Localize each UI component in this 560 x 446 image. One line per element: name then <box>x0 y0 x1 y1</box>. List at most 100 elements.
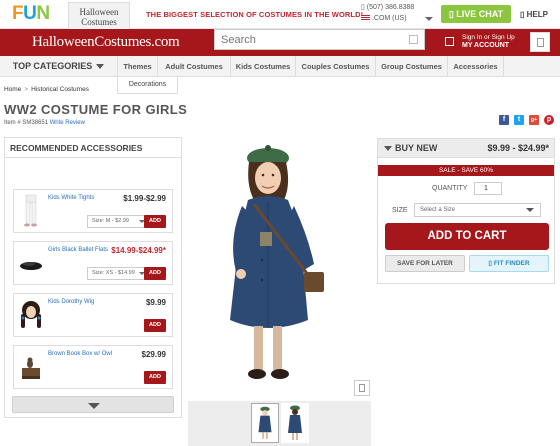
zoom-button[interactable] <box>354 380 370 396</box>
accessory-card: Kids White Tights $1.99-$2.99 Size: M - … <box>13 189 173 233</box>
size-label: SIZE <box>392 207 408 214</box>
fun-logo-letter: U <box>23 3 37 24</box>
accessory-name[interactable]: Kids Dorothy Wig <box>48 298 114 306</box>
recommended-accessories-panel: RECOMMENDED ACCESSORIES Kids White Tight… <box>4 137 182 418</box>
tights-thumbnail[interactable] <box>17 194 45 228</box>
buy-new-header[interactable]: BUY NEW $9.99 - $24.99* <box>378 139 554 158</box>
top-bar: FUN Halloween Costumes THE BIGGEST SELEC… <box>0 0 560 29</box>
locale-label: .COM (US) <box>371 15 407 22</box>
help-icon: ▯ <box>520 10 527 19</box>
pinterest-icon[interactable]: p <box>544 115 554 125</box>
my-account-text: MY ACCOUNT <box>462 42 510 49</box>
fun-logo[interactable]: FUN <box>12 3 58 26</box>
size-select-placeholder: Select a Size <box>420 207 456 213</box>
zoom-icon <box>359 384 365 392</box>
top-categories-menu[interactable]: TOP CATEGORIES <box>0 56 118 77</box>
help-label: HELP <box>526 10 548 19</box>
halloween-costumes-tab[interactable]: Halloween Costumes <box>68 2 130 29</box>
accessory-card: Kids Dorothy Wig $9.99 ADD <box>13 293 173 337</box>
product-title: WW2 COSTUME FOR GIRLS <box>4 102 188 117</box>
hc-tab-line: Halloween <box>79 7 119 17</box>
help-link[interactable]: ▯ HELP <box>520 10 548 19</box>
google-plus-icon[interactable]: g+ <box>529 115 539 125</box>
price-range: $9.99 - $24.99* <box>487 143 549 153</box>
accessory-size-select[interactable]: Size: M - $2.99 <box>87 215 149 228</box>
main-header: HalloweenCostumes.com Sign In or Sign Up… <box>0 29 560 56</box>
phone-number[interactable]: ▯ (507) 386.8388 <box>361 3 414 11</box>
fit-finder-button[interactable]: ▯ FIT FINDER <box>469 255 549 272</box>
nav-item-adult-costumes[interactable]: Adult Costumes <box>158 56 231 77</box>
breadcrumb-separator: > <box>24 86 29 93</box>
buy-new-label: BUY NEW <box>395 143 438 153</box>
live-chat-button[interactable]: ▯ LIVE CHAT <box>441 5 511 23</box>
us-flag-icon <box>361 15 370 22</box>
fun-logo-letter: F <box>12 3 24 24</box>
phone-number-text: (507) 386.8388 <box>366 4 415 11</box>
thumbnail-strip <box>188 401 371 446</box>
size-select-value: Size: XS - $14.99 <box>92 270 135 276</box>
show-more-accessories-button[interactable] <box>12 396 174 413</box>
accessory-size-select[interactable]: Size: XS - $14.99 <box>87 267 149 280</box>
nav-item-group-costumes[interactable]: Group Costumes <box>376 56 448 77</box>
accessory-price: $9.99 <box>145 298 166 307</box>
live-chat-label: LIVE CHAT <box>456 9 504 19</box>
accessory-price: $14.99-$24.99* <box>111 246 166 255</box>
cart-button[interactable] <box>530 32 550 52</box>
accessory-card: Brown Book Box w/ Owl $29.99 ADD <box>13 345 173 389</box>
ballet-flats-thumbnail[interactable] <box>17 246 45 280</box>
fit-finder-label: FIT FINDER <box>493 260 530 267</box>
accessory-name[interactable]: Girls Black Ballet Flats <box>48 246 114 254</box>
breadcrumb-historical[interactable]: Historical Costumes <box>31 86 89 93</box>
thumbnail-back[interactable] <box>281 403 309 443</box>
quantity-input[interactable]: 1 <box>474 182 502 195</box>
facebook-icon[interactable]: f <box>499 115 509 125</box>
caret-down-icon <box>384 146 392 151</box>
fun-logo-letter: N <box>36 3 50 24</box>
locale-selector[interactable]: .COM (US) <box>361 15 433 22</box>
wig-thumbnail[interactable] <box>17 298 45 332</box>
quantity-label: QUANTITY <box>432 185 468 192</box>
chevron-down-icon <box>88 403 100 409</box>
sale-badge: SALE - SAVE 60% <box>378 165 554 176</box>
add-accessory-button[interactable]: ADD <box>144 371 166 384</box>
nav-item-decorations[interactable]: Decorations <box>117 77 178 94</box>
add-accessory-button[interactable]: ADD <box>144 319 166 332</box>
add-accessory-button[interactable]: ADD <box>144 267 166 280</box>
size-select-value: Size: M - $2.99 <box>92 218 129 224</box>
size-select[interactable]: Select a Size <box>414 203 541 217</box>
chevron-down-icon <box>425 17 433 21</box>
accessory-price: $29.99 <box>141 350 166 359</box>
breadcrumb: Home > Historical Costumes <box>4 86 89 93</box>
book-box-thumbnail[interactable] <box>17 350 45 384</box>
write-review-link[interactable]: Write Review <box>50 120 85 126</box>
twitter-icon[interactable]: t <box>514 115 524 125</box>
top-categories-label: TOP CATEGORIES <box>12 61 93 71</box>
chevron-down-icon <box>526 208 534 212</box>
thumbnail-front[interactable] <box>251 403 279 443</box>
search-input[interactable] <box>215 30 395 49</box>
item-number: Item # SM38651 <box>4 120 49 126</box>
search-icon[interactable] <box>409 35 418 44</box>
account-icon <box>445 37 454 46</box>
nav-bar: TOP CATEGORIES Themes Adult Costumes Kid… <box>0 56 560 77</box>
site-logo[interactable]: HalloweenCostumes.com <box>32 34 180 51</box>
hc-tab-line: Costumes <box>81 17 117 27</box>
search-box[interactable] <box>214 29 425 50</box>
add-to-cart-button[interactable]: ADD TO CART <box>385 223 549 250</box>
breadcrumb-home[interactable]: Home <box>4 86 21 93</box>
accessories-heading: RECOMMENDED ACCESSORIES <box>5 138 181 158</box>
nav-item-accessories[interactable]: Accessories <box>448 56 504 77</box>
nav-item-couples-costumes[interactable]: Couples Costumes <box>296 56 376 77</box>
product-main-image[interactable] <box>196 140 366 398</box>
nav-item-themes[interactable]: Themes <box>118 56 158 77</box>
accessory-name[interactable]: Brown Book Box w/ Owl <box>48 350 114 358</box>
accessory-name[interactable]: Kids White Tights <box>48 194 114 202</box>
add-accessory-button[interactable]: ADD <box>144 215 166 228</box>
caret-down-icon <box>96 64 105 70</box>
sign-in-text: Sign In or Sign Up <box>462 34 515 41</box>
accessory-card: Girls Black Ballet Flats $14.99-$24.99* … <box>13 241 173 285</box>
item-number-row: Item # SM38651 Write Review <box>4 120 85 126</box>
nav-item-kids-costumes[interactable]: Kids Costumes <box>231 56 296 77</box>
save-for-later-button[interactable]: SAVE FOR LATER <box>385 255 465 272</box>
buy-panel: BUY NEW $9.99 - $24.99* SALE - SAVE 60% … <box>377 138 555 284</box>
